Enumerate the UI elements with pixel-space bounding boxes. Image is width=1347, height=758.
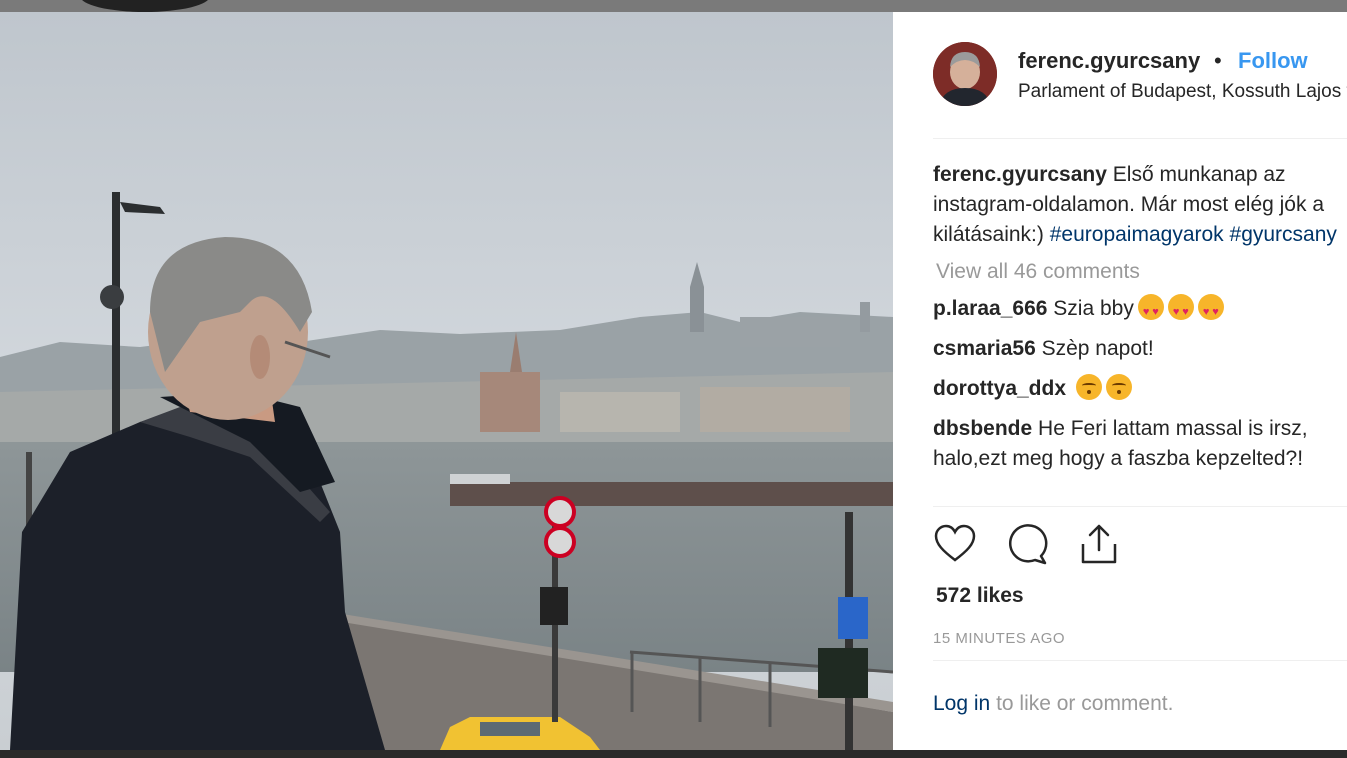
divider [933, 506, 1347, 507]
top-window-strip [0, 0, 1347, 12]
comment-username[interactable]: p.laraa_666 [933, 297, 1047, 320]
login-link[interactable]: Log in [933, 692, 990, 715]
cropped-header-shape [80, 0, 210, 12]
comment-item: csmaria56 Szèp napot! [933, 334, 1347, 364]
post-location[interactable]: Parlament of Budapest, Kossuth Lajos tér [1018, 81, 1347, 103]
caption-text: kilátásaink:) [933, 223, 1044, 246]
hashtag-link[interactable]: #europaimagyarok [1050, 223, 1224, 246]
post-photo-illustration [0, 12, 893, 750]
comment-text: halo,ezt meg hogy a faszba kepzelted?! [933, 447, 1304, 470]
heart-eyes-emoji-icon [1197, 294, 1224, 327]
heart-icon [934, 524, 976, 562]
comment-item: dbsbende He Feri lattam massal is irsz, … [933, 414, 1347, 474]
post-username[interactable]: ferenc.gyurcsany [1018, 48, 1200, 74]
caption-username[interactable]: ferenc.gyurcsany [933, 163, 1107, 186]
like-button[interactable] [933, 522, 977, 566]
post-timestamp[interactable]: 15 MINUTES AGO [933, 630, 1065, 647]
divider [933, 660, 1347, 661]
comment-text: He Feri lattam massal is irsz, [1038, 417, 1308, 440]
comment-username[interactable]: csmaria56 [933, 337, 1036, 360]
caption-text: instagram-oldalamon. Már most elég jók a [933, 193, 1325, 216]
divider [933, 138, 1347, 139]
post-side-panel: ferenc.gyurcsany • Follow Parlament of B… [893, 12, 1347, 750]
post-photo[interactable] [0, 12, 893, 750]
comment-text: Szèp napot! [1041, 337, 1154, 360]
caption-text: Első munkanap az [1112, 163, 1286, 186]
likes-count[interactable]: 572 likes [936, 584, 1024, 608]
follow-button[interactable]: Follow [1238, 48, 1308, 74]
heart-eyes-emoji-icon [1167, 294, 1194, 327]
view-all-comments-link[interactable]: View all 46 comments [933, 260, 1347, 284]
comment-bubble-icon [1008, 524, 1048, 565]
comment-text: Szia bby [1053, 297, 1134, 320]
share-icon [1081, 524, 1117, 564]
kissing-emoji-icon [1075, 374, 1102, 400]
comment-username[interactable]: dorottya_ddx [933, 377, 1066, 400]
comment-username[interactable]: dbsbende [933, 417, 1032, 440]
avatar-image [933, 42, 997, 106]
kissing-emoji-icon [1105, 374, 1132, 400]
avatar[interactable] [933, 42, 997, 106]
separator-dot: • [1214, 48, 1222, 73]
post-caption: ferenc.gyurcsany Első munkanap az instag… [933, 160, 1347, 250]
comment-item: dorottya_ddx [933, 374, 1347, 404]
login-prompt: Log in to like or comment. [933, 692, 1173, 716]
hashtag-link[interactable]: #gyurcsany [1230, 223, 1337, 246]
login-prompt-text: to like or comment. [996, 692, 1174, 715]
comment-item: p.laraa_666 Szia bby [933, 294, 1347, 327]
comments-list[interactable]: ferenc.gyurcsany Első munkanap az instag… [933, 160, 1347, 502]
bottom-window-strip [0, 750, 1347, 758]
comment-button[interactable] [1005, 522, 1049, 566]
share-button[interactable] [1077, 522, 1121, 566]
heart-eyes-emoji-icon [1137, 294, 1164, 327]
